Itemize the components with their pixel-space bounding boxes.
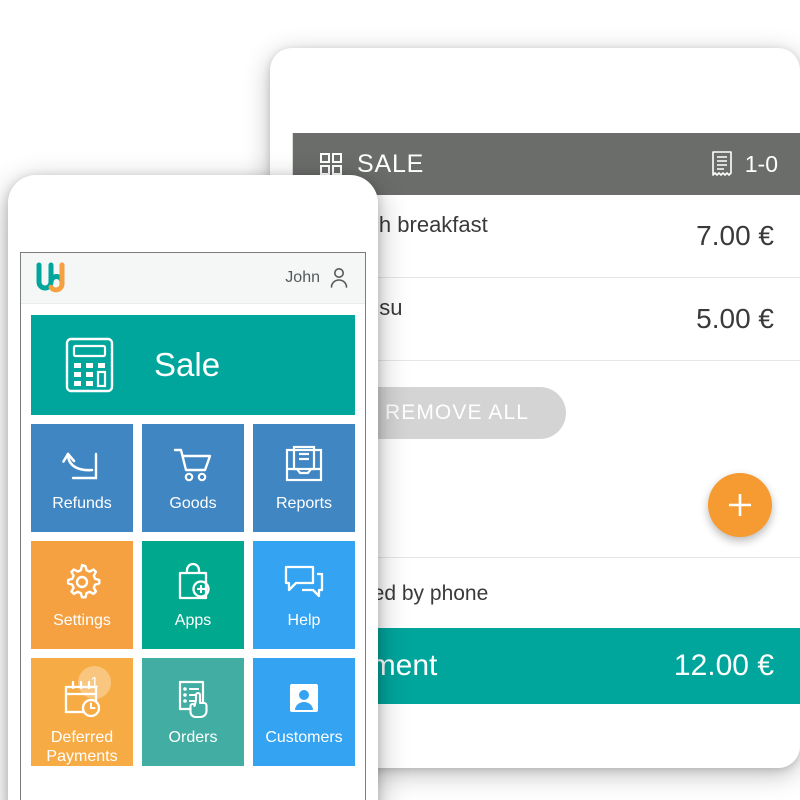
calculator-icon (65, 337, 114, 393)
shopping-cart-icon (173, 445, 213, 485)
phone-screen: John Sale Refunds Goods Reports Settings… (20, 252, 366, 800)
grid-icon[interactable] (319, 152, 343, 176)
tile-customers[interactable]: Customers (253, 658, 355, 766)
tile-label: Goods (169, 495, 217, 512)
sale-title: SALE (357, 149, 425, 178)
remove-all-button[interactable]: REMOVE ALL (348, 387, 566, 439)
tile-label: Settings (53, 612, 111, 629)
person-icon[interactable] (329, 267, 349, 289)
tile-reports[interactable]: Reports (253, 424, 355, 532)
tile-label: Apps (174, 612, 212, 629)
receipt-icon[interactable] (711, 151, 733, 177)
tile-grid: Refunds Goods Reports Settings Apps Help… (31, 424, 355, 766)
tiles-container: Sale Refunds Goods Reports Settings Apps… (21, 304, 365, 776)
tile-label: Deferred Payments (46, 729, 118, 765)
phone-device: John Sale Refunds Goods Reports Settings… (8, 175, 378, 800)
user-name: John (285, 269, 320, 286)
plus-icon (725, 490, 755, 520)
checklist-hand-icon (173, 679, 213, 719)
tile-goods[interactable]: Goods (142, 424, 244, 532)
screenshot-stage: SALE 1-0 English breakfast 7.00 € 5.00 €… (0, 0, 800, 800)
add-item-fab[interactable] (708, 473, 772, 537)
tile-orders[interactable]: Orders (142, 658, 244, 766)
person-card-icon (284, 679, 324, 719)
tile-label: Help (287, 612, 321, 629)
tile-deferred-payments[interactable]: Deferred Payments 1 (31, 658, 133, 766)
brand-logo-icon[interactable] (35, 262, 77, 294)
cart-item-price: 5.00 € (696, 303, 774, 334)
tile-refunds[interactable]: Refunds (31, 424, 133, 532)
tile-label: Orders (168, 729, 218, 746)
tile-label: Reports (275, 495, 333, 512)
payment-total: 12.00 € (673, 649, 774, 682)
report-tray-icon (284, 445, 324, 485)
tile-sale-label: Sale (154, 346, 221, 383)
chat-bubbles-icon (284, 562, 324, 602)
tile-label: Refunds (52, 495, 112, 512)
bag-plus-icon (173, 562, 213, 602)
tile-settings[interactable]: Settings (31, 541, 133, 649)
tile-sale[interactable]: Sale (31, 315, 355, 415)
refund-arrow-icon (62, 445, 102, 485)
tile-label: Customers (265, 729, 343, 746)
cart-item-price: 7.00 € (696, 220, 774, 251)
status-badge: 1 (78, 666, 111, 699)
tile-apps[interactable]: Apps (142, 541, 244, 649)
receipt-count: 1-0 (744, 150, 778, 177)
gear-icon (62, 562, 102, 602)
app-header: John (21, 253, 365, 304)
tile-help[interactable]: Help (253, 541, 355, 649)
